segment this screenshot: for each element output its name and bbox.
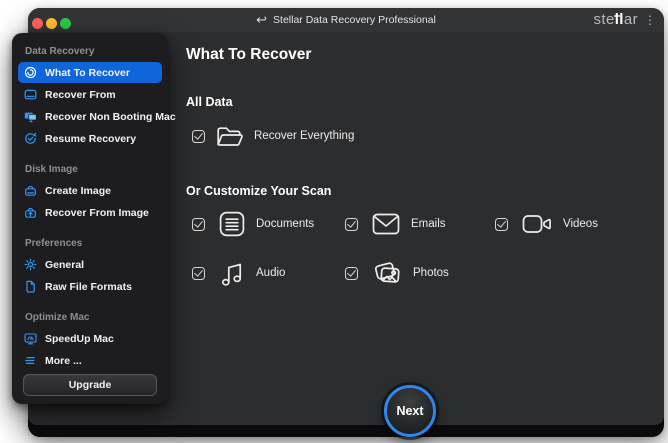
photos-stack-icon (372, 259, 402, 287)
photos-option[interactable]: Photos (345, 258, 449, 288)
gear-icon (24, 258, 37, 271)
videos-checkbox[interactable] (495, 218, 508, 231)
create-image-icon (24, 184, 37, 197)
page-title: What To Recover (186, 46, 311, 64)
raw-file-icon (24, 280, 37, 293)
logo-post: ar (624, 11, 638, 28)
all-data-heading: All Data (186, 95, 233, 109)
window-title: Stellar Data Recovery Professional (273, 14, 436, 26)
back-arrow-icon[interactable]: ↩ (256, 13, 267, 26)
video-camera-icon (522, 213, 552, 235)
recover-target-icon (24, 66, 37, 79)
sidebar-item-label: Recover From (45, 89, 116, 101)
folder-icon (215, 123, 245, 150)
photos-checkbox[interactable] (345, 267, 358, 280)
title-bar: ↩ Stellar Data Recovery Professional ste… (28, 8, 664, 32)
next-button[interactable]: Next (384, 385, 436, 437)
recover-everything-label: Recover Everything (254, 130, 354, 142)
upgrade-button[interactable]: Upgrade (23, 374, 157, 396)
mac-displays-icon (24, 110, 37, 123)
sidebar-item-general[interactable]: General (18, 254, 162, 275)
bottom-bar (28, 425, 664, 437)
sidebar-item-label: Raw File Formats (45, 281, 132, 293)
music-note-icon (219, 259, 245, 287)
sidebar-item-label: Resume Recovery (45, 133, 136, 145)
audio-checkbox[interactable] (192, 267, 205, 280)
resume-refresh-icon (24, 132, 37, 145)
customize-scan-heading: Or Customize Your Scan (186, 184, 331, 198)
envelope-icon (372, 213, 400, 235)
more-layers-icon (24, 354, 37, 367)
videos-label: Videos (563, 218, 598, 230)
recover-everything-checkbox[interactable] (192, 130, 205, 143)
section-label-data-recovery: Data Recovery (25, 46, 155, 57)
sidebar-item-label: More ... (45, 355, 82, 367)
sidebar: Data Recovery What To Recover Recover Fr… (12, 33, 168, 404)
logo-umlaut-dots (614, 15, 620, 17)
sidebar-item-raw-file-formats[interactable]: Raw File Formats (18, 276, 162, 297)
sidebar-item-speedup-mac[interactable]: SpeedUp Mac (18, 328, 162, 349)
sidebar-item-create-image[interactable]: Create Image (18, 180, 162, 201)
recover-image-icon (24, 206, 37, 219)
sidebar-item-recover-from-image[interactable]: Recover From Image (18, 202, 162, 223)
sidebar-item-label: SpeedUp Mac (45, 333, 114, 345)
documents-option[interactable]: Documents (192, 209, 314, 239)
sidebar-item-label: What To Recover (45, 67, 130, 79)
photos-label: Photos (413, 267, 449, 279)
sidebar-item-recover-from[interactable]: Recover From (18, 84, 162, 105)
sidebar-item-label: Recover Non Booting Mac (45, 111, 176, 123)
documents-icon (219, 211, 245, 237)
sidebar-item-more[interactable]: More ... (18, 350, 162, 371)
sidebar-item-resume-recovery[interactable]: Resume Recovery (18, 128, 162, 149)
emails-label: Emails (411, 218, 446, 230)
recover-everything-option[interactable]: Recover Everything (192, 121, 354, 151)
sidebar-item-what-to-recover[interactable]: What To Recover (18, 62, 162, 83)
drive-icon (24, 88, 37, 101)
emails-checkbox[interactable] (345, 218, 358, 231)
logo-mid: ll (615, 11, 624, 28)
window-title-group: ↩ Stellar Data Recovery Professional (28, 8, 664, 32)
sidebar-item-label: Recover From Image (45, 207, 149, 219)
section-label-preferences: Preferences (25, 238, 155, 249)
stellar-logo: stellar (594, 11, 639, 28)
audio-option[interactable]: Audio (192, 258, 285, 288)
logo-pre: ste (594, 11, 615, 28)
documents-label: Documents (256, 218, 314, 230)
sidebar-item-recover-non-booting-mac[interactable]: Recover Non Booting Mac (18, 106, 162, 127)
section-label-optimize-mac: Optimize Mac (25, 312, 155, 323)
section-label-disk-image: Disk Image (25, 164, 155, 175)
audio-label: Audio (256, 267, 285, 279)
documents-checkbox[interactable] (192, 218, 205, 231)
page: ↩ Stellar Data Recovery Professional ste… (0, 0, 668, 443)
videos-option[interactable]: Videos (495, 209, 598, 239)
sidebar-item-label: General (45, 259, 84, 271)
sidebar-item-label: Create Image (45, 185, 111, 197)
speedup-monitor-icon (24, 332, 37, 345)
emails-option[interactable]: Emails (345, 209, 446, 239)
kebab-menu-icon[interactable]: ⋮ (644, 13, 656, 27)
